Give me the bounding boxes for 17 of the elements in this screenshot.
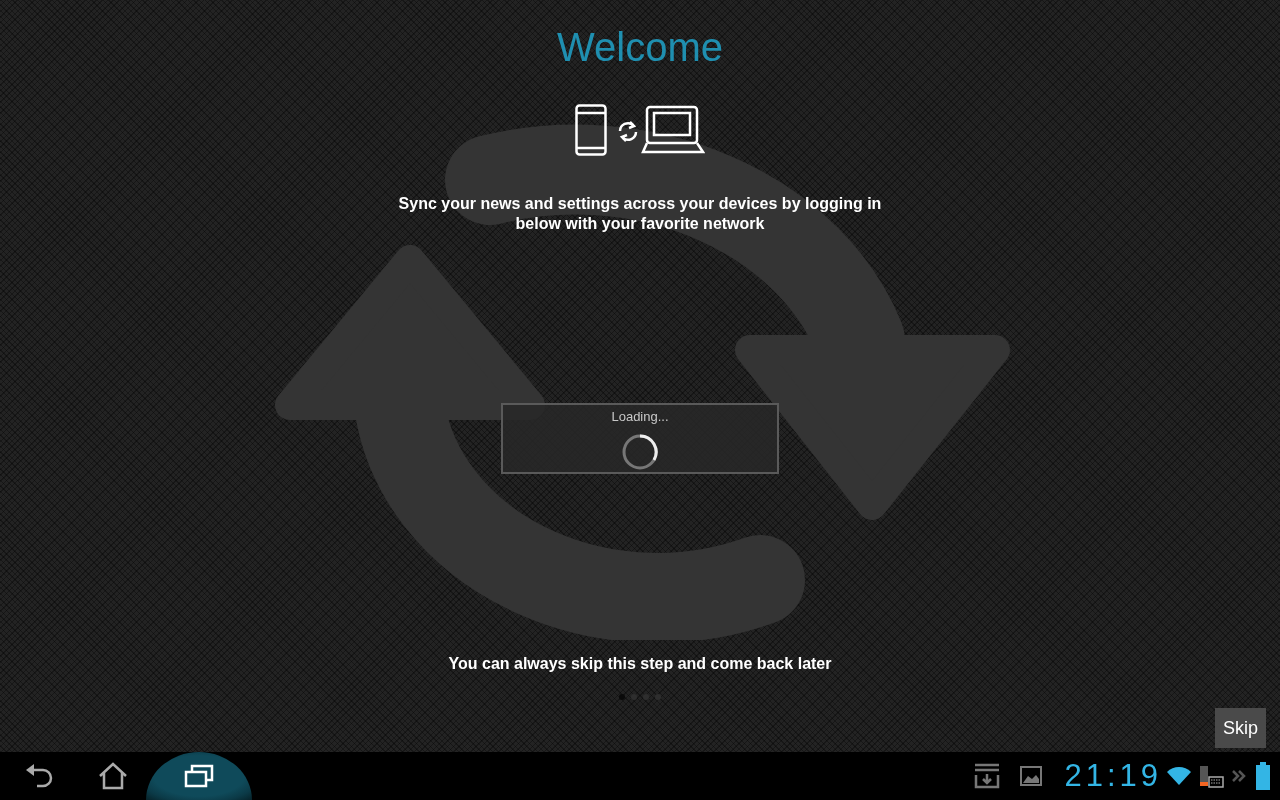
back-icon — [25, 763, 55, 789]
clock-time: 21:19 — [1064, 757, 1162, 795]
battery-icon — [1256, 762, 1270, 790]
home-icon — [98, 762, 128, 790]
loading-spinner-icon — [621, 433, 659, 471]
skip-button[interactable]: Skip — [1215, 708, 1266, 748]
welcome-title: Welcome — [557, 24, 723, 70]
loading-label: Loading... — [611, 409, 669, 425]
sync-message: Sync your news and settings across your devices by logging in below with your favorite network — [397, 194, 883, 234]
recent-apps-icon — [184, 764, 214, 788]
download-tray-icon[interactable] — [974, 763, 1001, 789]
wifi-icon — [1166, 766, 1192, 786]
double-chevron-icon — [1232, 769, 1246, 783]
skip-note: You can always skip this step and come back later — [448, 654, 832, 674]
image-icon[interactable] — [1020, 766, 1043, 786]
battery-keyboard-icon — [1198, 763, 1224, 789]
phone-laptop-sync-icon — [575, 104, 705, 156]
